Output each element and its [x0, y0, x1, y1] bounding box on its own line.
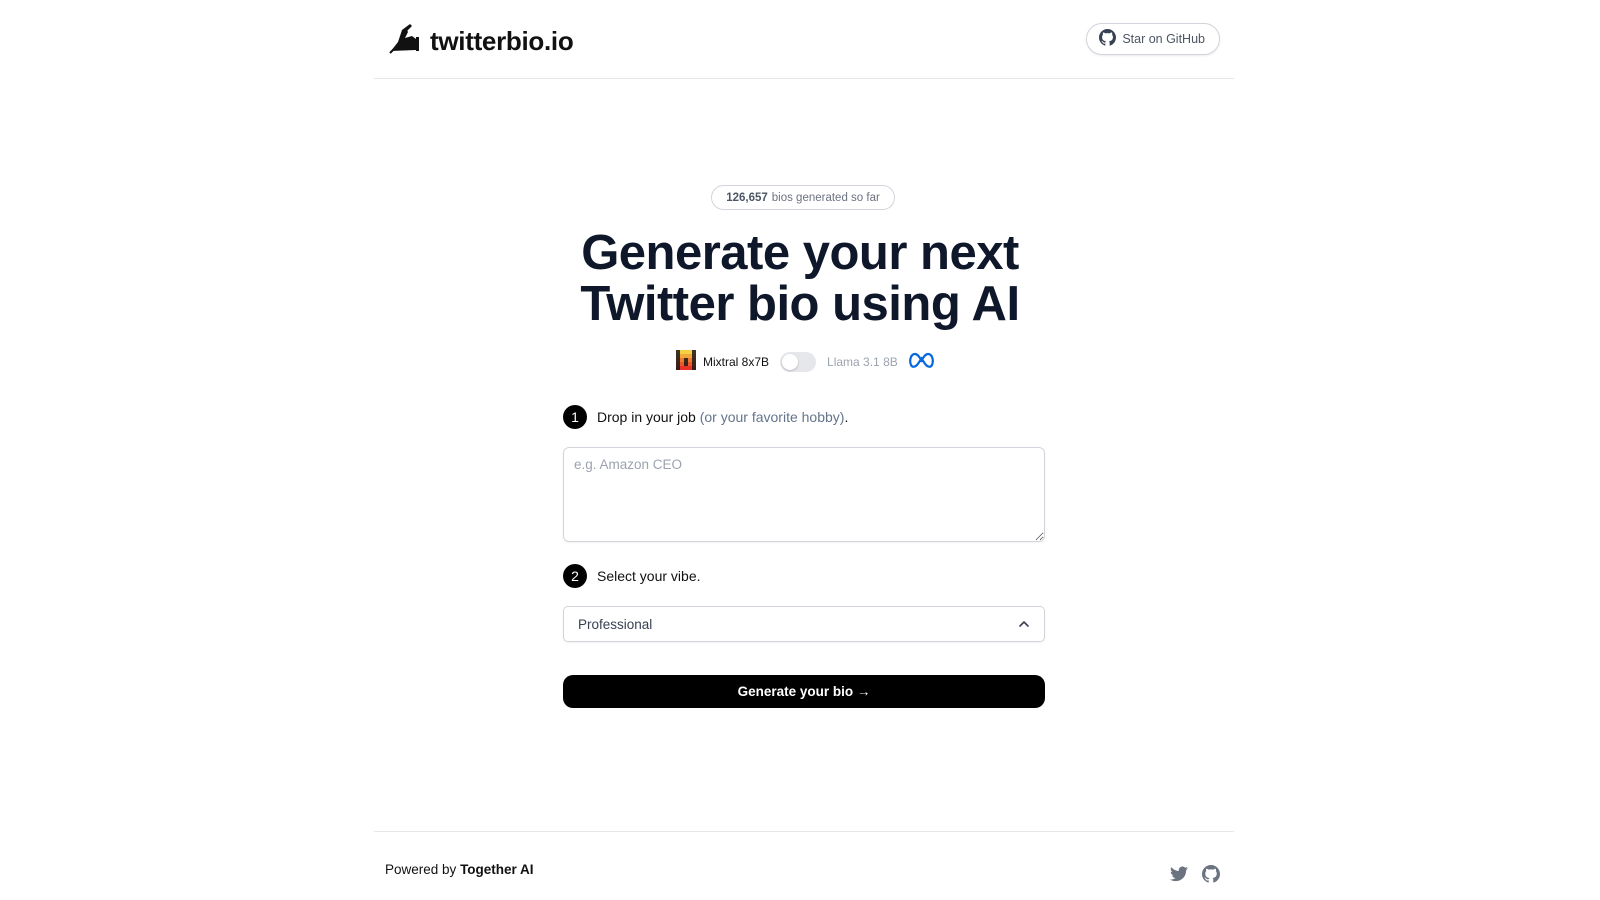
llama-label[interactable]: Llama 3.1 8B [827, 355, 898, 369]
logo-text: twitterbio.io [430, 26, 574, 56]
model-toggle: Mixtral 8x7B Llama 3.1 8B [676, 349, 935, 375]
step-2-number: 2 [563, 564, 587, 588]
title-line-1: Generate your next [581, 226, 1019, 280]
page-title: Generate your next Twitter bio using AI [400, 228, 1200, 330]
model-switch[interactable] [780, 352, 817, 372]
generate-bio-button[interactable]: Generate your bio → [563, 675, 1045, 708]
bios-count-suffix: bios generated so far [771, 191, 880, 204]
bios-count: 126,657 [726, 191, 768, 204]
github-icon [1099, 29, 1117, 49]
vibe-select[interactable]: Professional [563, 606, 1045, 642]
mixtral-label[interactable]: Mixtral 8x7B [703, 355, 769, 369]
footer: Powered by Together AI [374, 831, 1234, 900]
switch-knob [782, 354, 799, 370]
writing-hand-icon [388, 24, 420, 59]
meta-icon [908, 351, 935, 374]
star-on-github-button[interactable]: Star on GitHub [1086, 23, 1220, 55]
step-2: 2 Select your vibe. [563, 564, 701, 588]
title-line-2: Twitter bio using AI [580, 277, 1020, 331]
github-button-label: Star on GitHub [1122, 32, 1205, 46]
header: twitterbio.io Star on GitHub [374, 0, 1234, 79]
twitter-icon[interactable] [1170, 866, 1188, 882]
powered-by: Powered by Together AI [385, 862, 534, 877]
bios-counter-badge: 126,657 bios generated so far [711, 185, 895, 210]
github-footer-icon[interactable] [1202, 865, 1220, 883]
step-1-number: 1 [563, 405, 587, 429]
social-links [1170, 865, 1220, 883]
step-1-label: Drop in your job (or your favorite hobby… [597, 409, 848, 425]
chevron-up-icon [1018, 618, 1030, 633]
logo[interactable]: twitterbio.io [388, 24, 574, 59]
step-2-label: Select your vibe. [597, 568, 701, 584]
vibe-selected-value: Professional [578, 616, 653, 632]
step-1-label-hint: (or your favorite hobby) [699, 409, 845, 425]
step-1-label-main: Drop in your job [597, 409, 696, 425]
together-ai-link[interactable]: Together AI [460, 862, 534, 877]
powered-by-prefix: Powered by [385, 862, 457, 877]
step-1-label-punct: . [844, 409, 849, 425]
job-input[interactable] [563, 447, 1045, 542]
mistral-icon [676, 349, 696, 375]
step-1: 1 Drop in your job (or your favorite hob… [563, 405, 848, 429]
